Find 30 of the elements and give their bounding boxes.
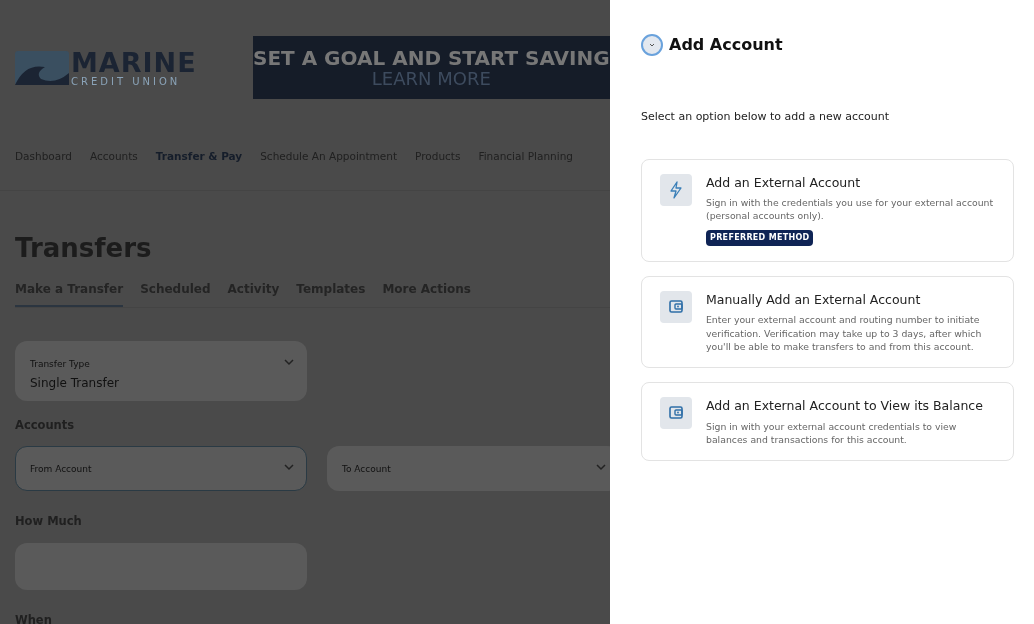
field-value: Single Transfer — [30, 375, 119, 392]
field-label: From Account — [30, 463, 92, 477]
drawer-title: Add Account — [669, 34, 783, 56]
account-option-card[interactable]: Add an External Account Sign in with the credentials you use for your external account (personal accounts only). PREFERRED METHOD — [641, 158, 1014, 262]
lightning-bolt-icon — [668, 180, 684, 199]
logo-subtitle: CREDIT UNION — [71, 75, 182, 87]
option-description: Enter your external account and routing number to initiate verification. Verification may take up to 3 days, after which you'll be able to make transfers to and from this account. — [706, 313, 983, 353]
banner-headline: SET A GOAL AND START SAVING — [253, 46, 610, 69]
field-label: To Account — [342, 463, 391, 477]
account-option-card[interactable] — [641, 275, 1014, 368]
chevron-down-icon — [649, 43, 655, 47]
wave-logo-icon — [15, 48, 69, 87]
field-label: Transfer Type — [30, 358, 90, 371]
collapse-button[interactable] — [641, 34, 663, 56]
wallet-icon — [669, 406, 683, 420]
chevron-down-icon — [284, 359, 294, 366]
preferred-method-badge: PREFERRED METHOD — [706, 229, 814, 246]
account-option-card[interactable]: Add an External Account to View its Balance Sign in with your external account credentials to view balances and transactions for this account. — [641, 381, 1014, 462]
from-account-select[interactable]: From Account — [15, 446, 307, 492]
option-description: Sign in with the credentials you use for your external account (personal accounts only). — [706, 196, 995, 223]
chevron-down-icon — [596, 464, 606, 472]
option-title: Add an External Account — [706, 173, 862, 192]
chevron-down-icon — [284, 464, 294, 472]
option-description: Sign in with your external account credentials to view balances and transactions for this account. — [706, 419, 958, 447]
wallet-icon — [669, 300, 683, 314]
intro-text: Select an option below to add a new account — [641, 109, 890, 125]
option-title: Add an External Account to View its Balance — [706, 396, 984, 415]
to-account-select[interactable]: To Account — [327, 446, 610, 492]
option-title: Manually Add an External Account — [706, 290, 922, 309]
transfer-type-select[interactable]: Transfer Type Single Transfer — [15, 341, 307, 401]
